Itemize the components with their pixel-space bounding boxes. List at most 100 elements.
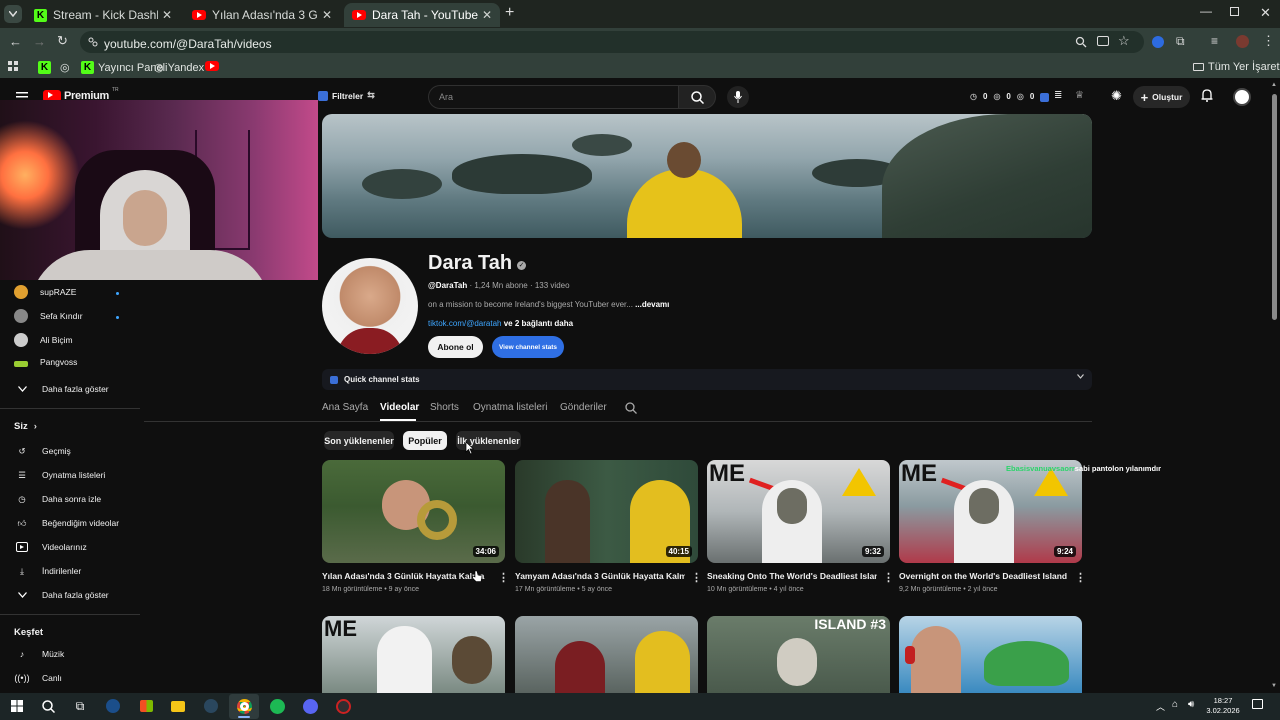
video-more-icon[interactable]: ⋮ — [498, 571, 509, 584]
tab-kick-dashboard[interactable]: K Stream - Kick Dashboard ✕ — [26, 3, 180, 27]
tiktok-link[interactable]: tiktok.com/@daratah — [428, 319, 501, 328]
extensions-puzzle-icon[interactable]: ⧉ — [1176, 34, 1185, 49]
video-thumbnail[interactable]: ME 9:24 — [899, 460, 1082, 563]
restore-button[interactable] — [1230, 7, 1239, 16]
video-thumbnail[interactable] — [515, 616, 698, 693]
back-icon[interactable]: ← — [9, 34, 22, 49]
taskbar-search-icon[interactable] — [39, 697, 57, 715]
video-title[interactable]: Overnight on the World's Deadliest Islan… — [899, 571, 1069, 581]
video-more-icon[interactable]: ⋮ — [883, 571, 894, 584]
zoom-icon[interactable] — [1075, 36, 1087, 48]
tab-home[interactable]: Ana Sayfa — [322, 402, 368, 413]
tray-chevron-icon[interactable]: ︿ — [1156, 700, 1165, 713]
sidebar-show-more-you[interactable]: Daha fazla göster — [14, 587, 109, 603]
extension-icon[interactable] — [1152, 36, 1164, 48]
subscribe-button[interactable]: Abone ol — [428, 336, 483, 358]
page-scrollbar[interactable] — [1272, 94, 1277, 320]
sidebar-item-history[interactable]: ↺ Geçmiş — [14, 443, 70, 459]
video-thumbnail[interactable]: 34:06 — [322, 460, 505, 563]
sidebar-item-your-videos[interactable]: Videolarınız — [14, 539, 87, 555]
install-app-icon[interactable] — [1097, 36, 1109, 46]
steam-icon[interactable] — [104, 697, 122, 715]
account-avatar[interactable] — [1233, 88, 1251, 106]
steam-icon[interactable] — [202, 697, 220, 715]
sidebar-sub-pangvoss[interactable]: Pangvoss — [14, 357, 77, 367]
video-more-icon[interactable]: ⋮ — [1075, 571, 1086, 584]
chip-popular[interactable]: Popüler — [403, 431, 447, 450]
browser-menu-icon[interactable]: ⋮ — [1262, 33, 1275, 49]
video-title[interactable]: Yamyam Adası'nda 3 Günlük Hayatta Kalma — [515, 571, 685, 581]
chrome-icon[interactable] — [235, 697, 253, 715]
sidebar-sub-supraze[interactable]: supRAZE — [14, 285, 76, 299]
sidebar-item-live[interactable]: ((•)) Canlı — [14, 670, 61, 686]
search-button[interactable] — [678, 85, 716, 109]
discord-icon[interactable] — [301, 697, 319, 715]
create-button[interactable]: + Oluştur — [1133, 86, 1190, 108]
minimize-button[interactable]: — — [1200, 4, 1212, 18]
video-title[interactable]: Sneaking Onto The World's Deadliest Isla… — [707, 571, 877, 581]
sidebar-item-music[interactable]: ♪ Müzik — [14, 646, 64, 662]
sidebar-item-downloads[interactable]: ⤓ İndirilenler — [14, 563, 81, 579]
chip-latest[interactable]: Son yüklenenler — [324, 431, 394, 450]
notification-center-icon[interactable] — [1252, 699, 1263, 709]
voice-search-button[interactable] — [727, 86, 749, 108]
view-channel-stats-button[interactable]: View channel stats — [492, 336, 564, 358]
window-close-button[interactable]: ✕ — [1260, 5, 1271, 21]
taskbar-clock[interactable]: 18:27 3.02.2026 — [1206, 696, 1240, 716]
tab-dara-tah[interactable]: Dara Tah - YouTube ✕ — [344, 3, 500, 27]
sidebar-item-watch-later[interactable]: ◷ Daha sonra izle — [14, 491, 101, 507]
file-explorer-icon[interactable] — [169, 697, 187, 715]
sidebar-sub-ali-bicim[interactable]: Ali Biçim — [14, 333, 73, 347]
bookmark-yandex[interactable]: ◎ Yandex — [154, 61, 204, 75]
sidebar-you-header[interactable]: Siz › — [14, 421, 37, 432]
channel-avatar[interactable] — [322, 258, 418, 354]
channel-description[interactable]: on a mission to become Ireland's biggest… — [428, 300, 669, 309]
apps-icon[interactable] — [8, 61, 18, 71]
close-icon[interactable]: ✕ — [322, 8, 332, 22]
windows-start-icon[interactable] — [8, 697, 26, 715]
sparkle-icon[interactable]: ✺ — [1111, 88, 1122, 104]
profile-avatar[interactable] — [1236, 35, 1249, 48]
video-thumbnail[interactable]: ME — [322, 616, 505, 693]
url-text[interactable]: youtube.com/@DaraTah/videos — [104, 37, 272, 51]
new-tab-button[interactable]: + — [505, 4, 514, 22]
channel-search-icon[interactable] — [625, 402, 637, 414]
sidebar-show-more-subs[interactable]: Daha fazla göster — [14, 381, 109, 397]
tab-shorts[interactable]: Shorts — [430, 402, 459, 413]
task-view-icon[interactable]: ⧉ — [71, 697, 89, 715]
reload-icon[interactable]: ↻ — [57, 33, 68, 49]
video-thumbnail[interactable] — [899, 616, 1082, 693]
bookmark-kick[interactable]: K — [38, 61, 51, 74]
tab-playlists[interactable]: Oynatma listeleri — [473, 402, 547, 413]
tab-search-button[interactable] — [4, 5, 22, 23]
bookmark-globe[interactable]: ◎ — [60, 61, 70, 74]
media-controls-icon[interactable]: ≡ — [1211, 34, 1218, 48]
description-more[interactable]: ...devamı — [635, 300, 669, 309]
volume-icon[interactable]: 🔊︎ — [1188, 699, 1194, 710]
list-icon[interactable]: ≣ — [1054, 90, 1062, 101]
sidebar-sub-sefa-kindir[interactable]: Sefa Kındır — [14, 309, 83, 323]
video-title[interactable]: Yılan Adası'nda 3 Günlük Hayatta Kalma — [322, 571, 492, 581]
video-more-icon[interactable]: ⋮ — [691, 571, 702, 584]
award-icon[interactable]: ♕ — [1075, 90, 1084, 101]
scroll-down-arrow[interactable]: ▼ — [1271, 683, 1277, 689]
more-links[interactable]: ve 2 bağlantı daha — [504, 319, 573, 328]
close-icon[interactable]: ✕ — [162, 8, 172, 22]
notifications-bell-icon[interactable] — [1201, 89, 1213, 102]
all-bookmarks[interactable]: Tüm Yer İşaretleri — [1193, 61, 1280, 73]
tab-posts[interactable]: Gönderiler — [560, 402, 607, 413]
store-icon[interactable] — [137, 697, 155, 715]
video-thumbnail[interactable]: ISLAND #3 — [707, 616, 890, 693]
video-thumbnail[interactable]: ME 9:32 — [707, 460, 890, 563]
bookmark-star-icon[interactable]: ☆ — [1118, 33, 1130, 49]
extension-blue-icon[interactable] — [1040, 93, 1049, 102]
filters-button[interactable]: Filtreler ⇆ — [318, 90, 375, 101]
search-input[interactable]: Ara — [428, 85, 678, 109]
quick-channel-stats-bar[interactable]: Quick channel stats — [322, 369, 1092, 390]
scroll-up-arrow[interactable]: ▲ — [1271, 82, 1277, 88]
site-settings-icon[interactable] — [88, 37, 98, 47]
spotify-icon[interactable] — [268, 697, 286, 715]
close-icon[interactable]: ✕ — [482, 8, 492, 22]
forward-icon[interactable]: → — [33, 34, 46, 49]
bookmark-youtube[interactable] — [205, 61, 219, 71]
